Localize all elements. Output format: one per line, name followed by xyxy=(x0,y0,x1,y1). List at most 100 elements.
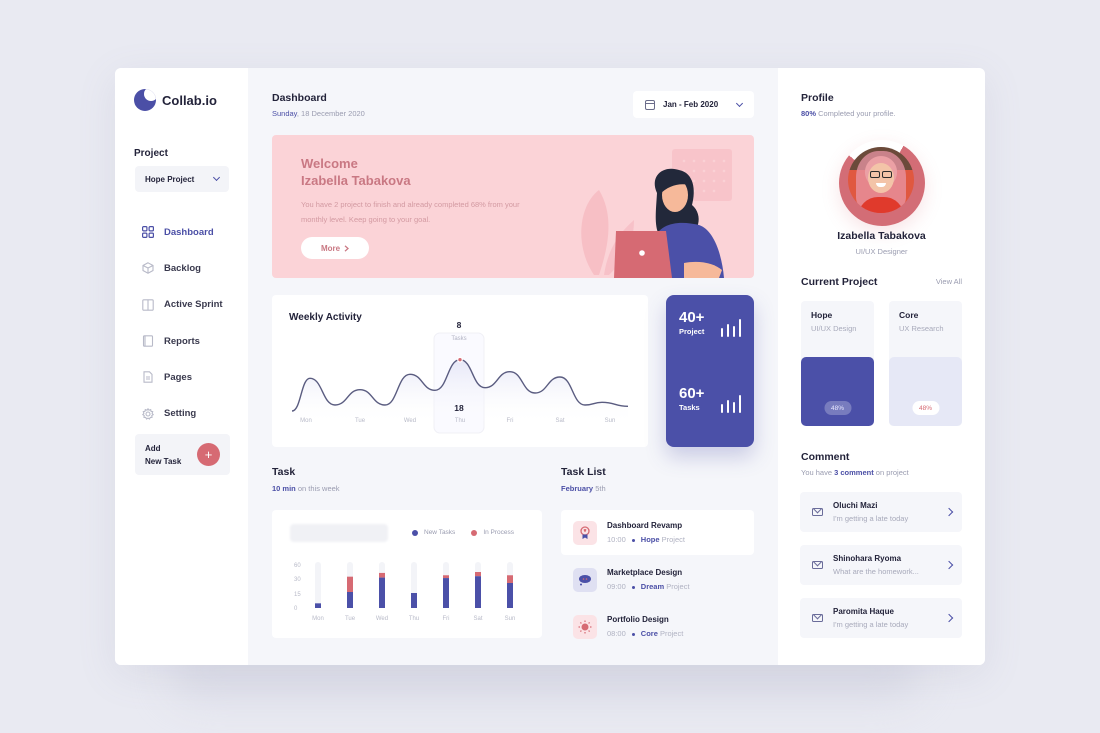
task-project: Core xyxy=(640,629,658,638)
project-type: UX Research xyxy=(899,324,944,333)
stat-value: 40+ xyxy=(679,309,705,326)
y-tick-label: 30 xyxy=(294,577,301,583)
comment-item[interactable]: Oluchi Mazi I'm getting a late today xyxy=(800,492,962,532)
profile-avatar[interactable] xyxy=(839,140,925,226)
project-card-core[interactable]: Core UX Research 48% xyxy=(889,301,962,426)
logo[interactable]: Collab.io xyxy=(134,89,217,111)
main-content: Dashboard Sunday, 18 December 2020 Jan -… xyxy=(248,68,778,665)
dashboard-window: Collab.io Project Hope Project Dashboard… xyxy=(115,68,985,665)
bar-in-process[interactable] xyxy=(475,572,481,577)
bar-new-tasks[interactable] xyxy=(443,578,449,608)
calendar-icon xyxy=(645,99,655,110)
sidebar-item-dashboard[interactable]: Dashboard xyxy=(142,214,223,250)
x-tick-label: Thu xyxy=(455,418,465,424)
cube-icon xyxy=(142,262,154,275)
welcome-text: You have 2 project to finish and already… xyxy=(301,200,520,224)
document-icon xyxy=(142,371,154,384)
project-progress-badge: 48% xyxy=(824,401,851,415)
project-label: Project xyxy=(134,148,168,159)
welcome-heading: Welcome Izabella Tabakova xyxy=(301,155,411,189)
comment-message: I'm getting a late today xyxy=(833,514,909,523)
project-progress-block: 48% xyxy=(889,357,962,426)
bar-in-process[interactable] xyxy=(507,575,513,583)
y-tick-label: 60 xyxy=(294,563,301,569)
comment-count: 3 comment xyxy=(834,468,874,477)
columns-icon xyxy=(142,298,154,311)
date-range-picker[interactable]: Jan - Feb 2020 xyxy=(633,91,754,118)
weekly-activity-chart: 8 Tasks 18 Mon Tue Wed Thu Fri Sat Sun xyxy=(291,320,629,434)
task-list-title: Task List xyxy=(561,466,606,478)
x-tick-label: Fri xyxy=(443,616,450,622)
view-all-link[interactable]: View All xyxy=(936,277,962,286)
task-meta: 08:00 Core Project xyxy=(607,629,683,638)
bar-in-process[interactable] xyxy=(443,575,449,579)
sidebar-item-setting[interactable]: Setting xyxy=(142,395,223,431)
chevron-right-icon xyxy=(344,244,350,252)
comment-message: What are the homework... xyxy=(833,567,919,576)
sidebar-item-label: Backlog xyxy=(164,262,201,274)
stat-projects: 40+ Project xyxy=(679,309,704,336)
task-name: Portfolio Design xyxy=(607,615,669,624)
sidebar-item-backlog[interactable]: Backlog xyxy=(142,250,223,286)
task-list-item[interactable]: Portfolio Design 08:00 Core Project xyxy=(561,604,754,649)
welcome-user-name: Izabella Tabakova xyxy=(301,173,411,188)
sidebar-item-reports[interactable]: Reports xyxy=(142,323,223,359)
comment-item[interactable]: Paromita Haque I'm getting a late today xyxy=(800,598,962,638)
activity-area xyxy=(292,359,628,425)
mail-icon xyxy=(812,561,823,569)
sidebar-item-active-sprint[interactable]: Active Sprint xyxy=(142,287,223,323)
bar-in-process[interactable] xyxy=(379,572,385,578)
gear-icon xyxy=(142,407,154,420)
task-project-suffix: Project xyxy=(657,629,684,638)
bar-new-tasks[interactable] xyxy=(475,576,481,608)
task-sub-text: on this week xyxy=(295,484,340,493)
bar-new-tasks[interactable] xyxy=(379,577,385,608)
task-meta: 10:00 Hope Project xyxy=(607,535,685,544)
comment-summary-suffix: on project xyxy=(873,468,909,477)
weekly-activity-card: Weekly Activity 8 Tasks 18 Mon Tue Wed Thu F… xyxy=(272,295,648,447)
x-tick-label: Mon xyxy=(312,616,324,622)
bar-chart-icon xyxy=(721,395,741,413)
sidebar-item-label: Reports xyxy=(164,335,200,347)
sidebar-item-label: Pages xyxy=(164,371,192,383)
x-tick-label: Tue xyxy=(345,616,356,622)
add-task-button[interactable]: + xyxy=(197,443,220,466)
task-list: Dashboard Revamp 10:00 Hope Project Marke… xyxy=(561,510,754,651)
bar-new-tasks[interactable] xyxy=(507,583,513,608)
bar-in-process[interactable] xyxy=(347,576,353,592)
page-date: Sunday, 18 December 2020 xyxy=(272,109,365,118)
task-list-item[interactable]: Dashboard Revamp 10:00 Hope Project xyxy=(561,510,754,555)
task-list-day: 5th xyxy=(593,484,606,493)
mail-icon xyxy=(812,614,823,622)
stats-card: 40+ Project 60+ Tasks xyxy=(666,295,754,447)
project-select[interactable]: Hope Project xyxy=(135,166,229,192)
task-name: Dashboard Revamp xyxy=(607,521,683,530)
sidebar-item-label: Setting xyxy=(164,408,197,420)
more-button-label: More xyxy=(320,243,341,253)
task-title: Task xyxy=(272,466,296,478)
profile-completion: 80% Completed your profile. xyxy=(801,109,896,118)
add-new-task[interactable]: Add New Task + xyxy=(135,434,230,475)
comment-item[interactable]: Shinohara Ryoma What are the homework... xyxy=(800,545,962,585)
task-list-item[interactable]: Marketplace Design 09:00 Dream Project xyxy=(561,557,754,602)
task-project: Hope xyxy=(640,535,660,544)
x-tick-label: Thu xyxy=(409,616,419,622)
bar-new-tasks[interactable] xyxy=(411,593,417,608)
page-title: Dashboard xyxy=(272,92,327,104)
bar-new-tasks[interactable] xyxy=(347,592,353,608)
project-select-value: Hope Project xyxy=(145,174,195,184)
project-progress-badge: 48% xyxy=(912,401,939,415)
bar-new-tasks[interactable] xyxy=(315,603,321,608)
task-time: 10 min xyxy=(272,484,296,493)
highlight-point[interactable] xyxy=(457,356,463,363)
highlight-value: 8 xyxy=(457,320,462,330)
project-type: UI/UX Design xyxy=(811,324,857,333)
more-button[interactable]: More xyxy=(301,237,369,259)
page-date-text: , 18 December 2020 xyxy=(296,109,365,118)
comment-message: I'm getting a late today xyxy=(833,620,909,629)
date-range-value: Jan - Feb 2020 xyxy=(663,100,719,109)
project-name: Core xyxy=(899,310,919,320)
project-card-hope[interactable]: Hope UI/UX Design 48% xyxy=(801,301,874,426)
sidebar-item-pages[interactable]: Pages xyxy=(142,359,223,395)
comment-author: Oluchi Mazi xyxy=(833,501,878,510)
